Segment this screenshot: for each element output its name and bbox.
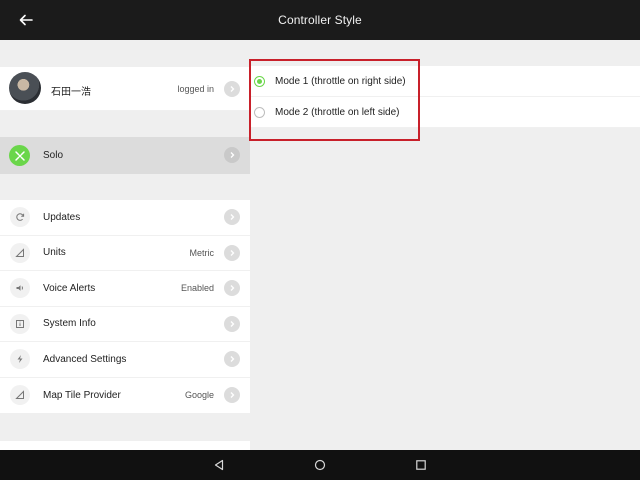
refresh-icon [10,207,30,228]
nav-back-icon[interactable] [211,457,227,473]
system-navigation-bar [0,450,640,480]
chevron-right-icon [224,280,240,297]
sidebar-item-value: Enabled [180,283,214,294]
ruler-icon [10,242,30,263]
sidebar-item-advanced-settings[interactable]: Advanced Settings [0,342,250,378]
controller-mode-options: Mode 1 (throttle on right side) Mode 2 (… [250,66,640,128]
mode-1-option[interactable]: Mode 1 (throttle on right side) [250,66,640,97]
sidebar-item-label: Voice Alerts [43,282,96,294]
sidebar-item-label: System Info [43,318,96,330]
chevron-right-icon [224,147,240,163]
chevron-right-icon [224,351,240,368]
mode-1-label: Mode 1 (throttle on right side) [275,75,406,87]
login-status: logged in [177,84,214,94]
mode-2-option[interactable]: Mode 2 (throttle on left side) [250,97,640,128]
profile-row[interactable]: 石田一浩 logged in [0,67,250,111]
sidebar-item-label: Solo [43,150,64,161]
sidebar-card-stub [0,441,250,450]
radio-unselected-icon[interactable] [254,106,265,118]
radio-selected-icon[interactable] [254,75,265,87]
speaker-icon [10,278,30,299]
chevron-right-icon [224,387,240,404]
info-icon [10,313,30,334]
sidebar-item-updates[interactable]: Updates [0,200,250,236]
sidebar-item-label: Map Tile Provider [43,389,121,401]
settings-list: Updates Units Metric Voice Alerts Enable… [0,200,250,413]
sidebar-item-label: Advanced Settings [43,353,127,365]
sidebar-item-label: Units [43,247,66,259]
sidebar-item-solo[interactable]: Solo [0,137,250,174]
sidebar-item-map-tile-provider[interactable]: Map Tile Provider Google [0,378,250,414]
nav-recents-icon[interactable] [413,457,429,473]
sidebar-item-label: Updates [43,211,81,223]
avatar [9,72,41,104]
map-icon [10,385,30,406]
chevron-right-icon [224,244,240,261]
sidebar-item-value: Metric [189,247,215,258]
lightning-icon [10,349,30,370]
sidebar-item-system-info[interactable]: System Info [0,307,250,342]
drone-icon [9,145,30,166]
chevron-right-icon [224,209,240,226]
nav-home-icon[interactable] [312,457,328,473]
chevron-right-icon [224,315,240,332]
sidebar-item-voice-alerts[interactable]: Voice Alerts Enabled [0,271,250,307]
chevron-right-icon [224,81,240,97]
settings-sidebar: 石田一浩 logged in Solo Updates Units Metric… [0,40,250,450]
profile-name: 石田一浩 [51,87,91,98]
sidebar-item-units[interactable]: Units Metric [0,236,250,271]
page-title: Controller Style [278,13,362,27]
top-app-bar: Controller Style [0,0,640,40]
sidebar-item-value: Google [184,390,214,401]
mode-2-label: Mode 2 (throttle on left side) [275,106,400,118]
